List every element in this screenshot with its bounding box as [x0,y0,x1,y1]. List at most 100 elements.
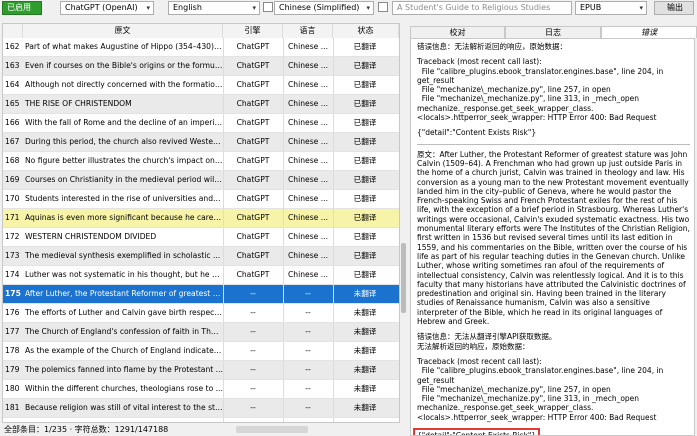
chevron-down-icon: ▾ [366,4,370,12]
error-log[interactable]: 错误信息：无法解析返回的响应，原始数据： Traceback (most rec… [410,38,695,436]
row-language: Chinese ... [288,251,328,260]
header-engine[interactable]: 引擎 [223,24,283,38]
column-separator [333,57,334,75]
column-separator [223,228,224,246]
row-engine: -- [250,289,256,298]
table-row[interactable]: 168 No figure better illustrates the chur… [3,152,399,171]
prompt-checkbox[interactable] [378,2,388,12]
row-index: 171 [5,213,20,222]
source-language-select[interactable]: English ▾ [168,1,260,15]
row-status: 未翻译 [353,403,377,412]
table-row[interactable]: 169 Courses on Christianity in the mediev… [3,171,399,190]
column-separator [223,266,224,284]
row-index: 175 [5,289,21,298]
row-index: 180 [5,384,20,393]
row-language: -- [305,289,311,298]
engine-select[interactable]: ChatGPT (OpenAI) ▾ [60,1,154,15]
table-row[interactable]: 163 Even if courses on the Bible's origin… [3,57,399,76]
header-index [3,24,23,38]
row-source-text: Luther was not systematic in his thought… [25,270,223,279]
table-row[interactable]: 171 Aquinas is even more significant beca… [3,209,399,228]
row-status: 已翻译 [353,194,377,203]
row-language: Chinese ... [288,270,328,279]
row-source-text: Because religion was still of vital inte… [25,403,223,412]
table-row[interactable]: 164 Although not directly concerned with … [3,76,399,95]
table-row[interactable]: 167 During this period, the church also r… [3,133,399,152]
column-separator [333,114,334,132]
tab-review[interactable]: 校对 [410,26,505,38]
scrollbar-thumb[interactable] [401,243,406,313]
column-separator [333,171,334,189]
table-scrollbar[interactable] [400,23,407,423]
row-engine: -- [250,346,256,355]
row-engine: ChatGPT [236,42,270,51]
table-row[interactable]: 170 Students interested in the rise of un… [3,190,399,209]
format-select-value: EPUB [580,3,602,12]
row-source-text: Although not directly concerned with the… [25,80,223,89]
row-index: 176 [5,308,20,317]
table-row[interactable]: 172 WESTERN CHRISTENDOM DIVIDED ChatGPT Chi… [3,228,399,247]
column-separator [283,380,284,398]
table-row[interactable]: 173 The medieval synthesis exemplified in… [3,247,399,266]
target-language-value: Chinese (Simplified) [279,3,360,12]
output-button[interactable]: 输出 [654,1,694,15]
table-row[interactable]: 177 The Church of England's confession of… [3,323,399,342]
table-row[interactable]: 162 Part of what makes Augustine of Hippo… [3,38,399,57]
row-status: 已翻译 [353,118,377,127]
table-row[interactable]: 165 THE RISE OF CHRISTENDOM ChatGPT Chinese… [3,95,399,114]
tab-log[interactable]: 日志 [505,26,601,38]
table-body: 162 Part of what makes Augustine of Hippo… [3,38,399,422]
row-engine: -- [250,365,256,374]
target-language-select[interactable]: Chinese (Simplified) ▾ [274,1,374,15]
row-source-text: The Church of England's confession of fa… [25,327,223,336]
status-bar: 全部条目：1/235 · 字符总数：1291/147188 [4,425,169,434]
book-title-input[interactable]: A Student's Guide to Religious Studies [392,1,572,15]
source-text: 原文：After Luther, the Protestant Reformer… [417,149,693,327]
target-language-checkbox[interactable] [263,2,273,12]
row-source-text: With the fall of Rome and the decline of… [25,118,223,127]
column-separator [223,285,224,303]
header-source[interactable]: 原文 [23,24,223,38]
enabled-button[interactable]: 已启用 [2,1,42,15]
table-row[interactable]: 176 The efforts of Luther and Calvin gave… [3,304,399,323]
row-status: 已翻译 [353,42,377,51]
column-separator [283,38,284,56]
header-status[interactable]: 状态 [333,24,399,38]
table-row[interactable]: 180 Within the different churches, theolo… [3,380,399,399]
column-separator [283,190,284,208]
column-separator [223,342,224,360]
row-engine: ChatGPT [236,137,270,146]
row-index: 170 [5,194,20,203]
header-language[interactable]: 语言 [283,24,333,38]
chevron-down-icon: ▾ [639,4,643,12]
row-index: 182 [5,418,23,422]
row-status: 已翻译 [353,213,377,222]
table-row[interactable]: 174 Luther was not systematic in his thou… [3,266,399,285]
row-status: 已翻译 [353,270,377,279]
column-separator [223,361,224,379]
column-separator [283,152,284,170]
table-row[interactable]: 175 After Luther, the Protestant Reformer… [3,285,399,304]
column-separator [283,133,284,151]
table-row[interactable]: 181 Because religion was still of vital i… [3,399,399,418]
horizontal-scrollbar[interactable] [236,426,308,433]
row-source-text: Courses on Christianity in the medieval … [25,175,223,184]
table-row[interactable]: 182The resulting tension between church … [3,418,399,422]
table-row[interactable]: 179 The polemics fanned into flame by the… [3,361,399,380]
table-row[interactable]: 178 As the example of the Church of Engla… [3,342,399,361]
row-engine: ChatGPT [236,118,270,127]
row-status: 已翻译 [353,156,377,165]
column-separator [283,323,284,341]
row-source-text: THE RISE OF CHRISTENDOM [25,99,132,108]
column-separator [223,57,224,75]
row-engine: ChatGPT [236,251,270,260]
row-source-text: Students interested in the rise of unive… [25,194,223,203]
panel-tabs: 校对 日志 错误 [410,26,697,38]
column-separator [333,190,334,208]
column-separator [223,133,224,151]
format-select[interactable]: EPUB ▾ [575,1,647,15]
tab-errors[interactable]: 错误 [601,26,697,38]
column-separator [223,114,224,132]
row-language: -- [305,327,311,336]
table-row[interactable]: 166 With the fall of Rome and the decline… [3,114,399,133]
